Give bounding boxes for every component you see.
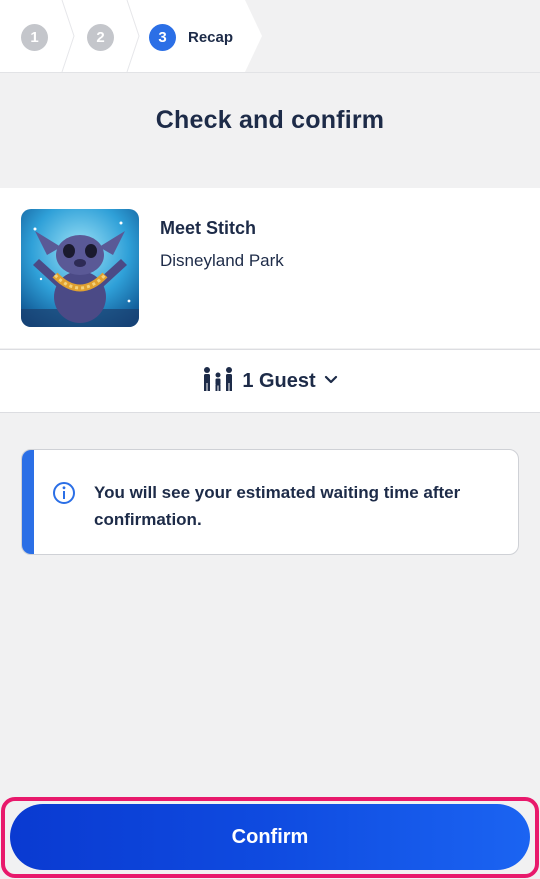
stitch-photo — [21, 209, 139, 327]
guest-selector[interactable]: 1 Guest — [0, 349, 540, 413]
guest-count-label: 1 Guest — [242, 369, 316, 392]
step-1[interactable]: 1 — [21, 24, 48, 51]
page-title: Check and confirm — [155, 106, 385, 134]
info-accent-bar — [22, 450, 34, 554]
step-2[interactable]: 2 — [87, 24, 114, 51]
step-3: 3 — [149, 24, 176, 51]
experience-card: Meet Stitch Disneyland Park — [0, 188, 540, 348]
confirm-button[interactable]: Confirm — [10, 804, 530, 870]
chevron-down-icon — [324, 372, 338, 390]
family-icon — [202, 366, 234, 397]
experience-park: Disneyland Park — [160, 251, 284, 270]
info-text: You will see your estimated waiting time… — [94, 483, 461, 529]
recap-page: 1 2 3 Recap Check and confirm Meet Stitc… — [0, 0, 540, 879]
stepper: 1 2 3 Recap — [0, 0, 540, 73]
experience-name: Meet Stitch — [160, 218, 257, 238]
step-3-label: Recap — [188, 29, 234, 46]
info-banner: You will see your estimated waiting time… — [21, 449, 519, 555]
info-icon — [52, 481, 76, 510]
